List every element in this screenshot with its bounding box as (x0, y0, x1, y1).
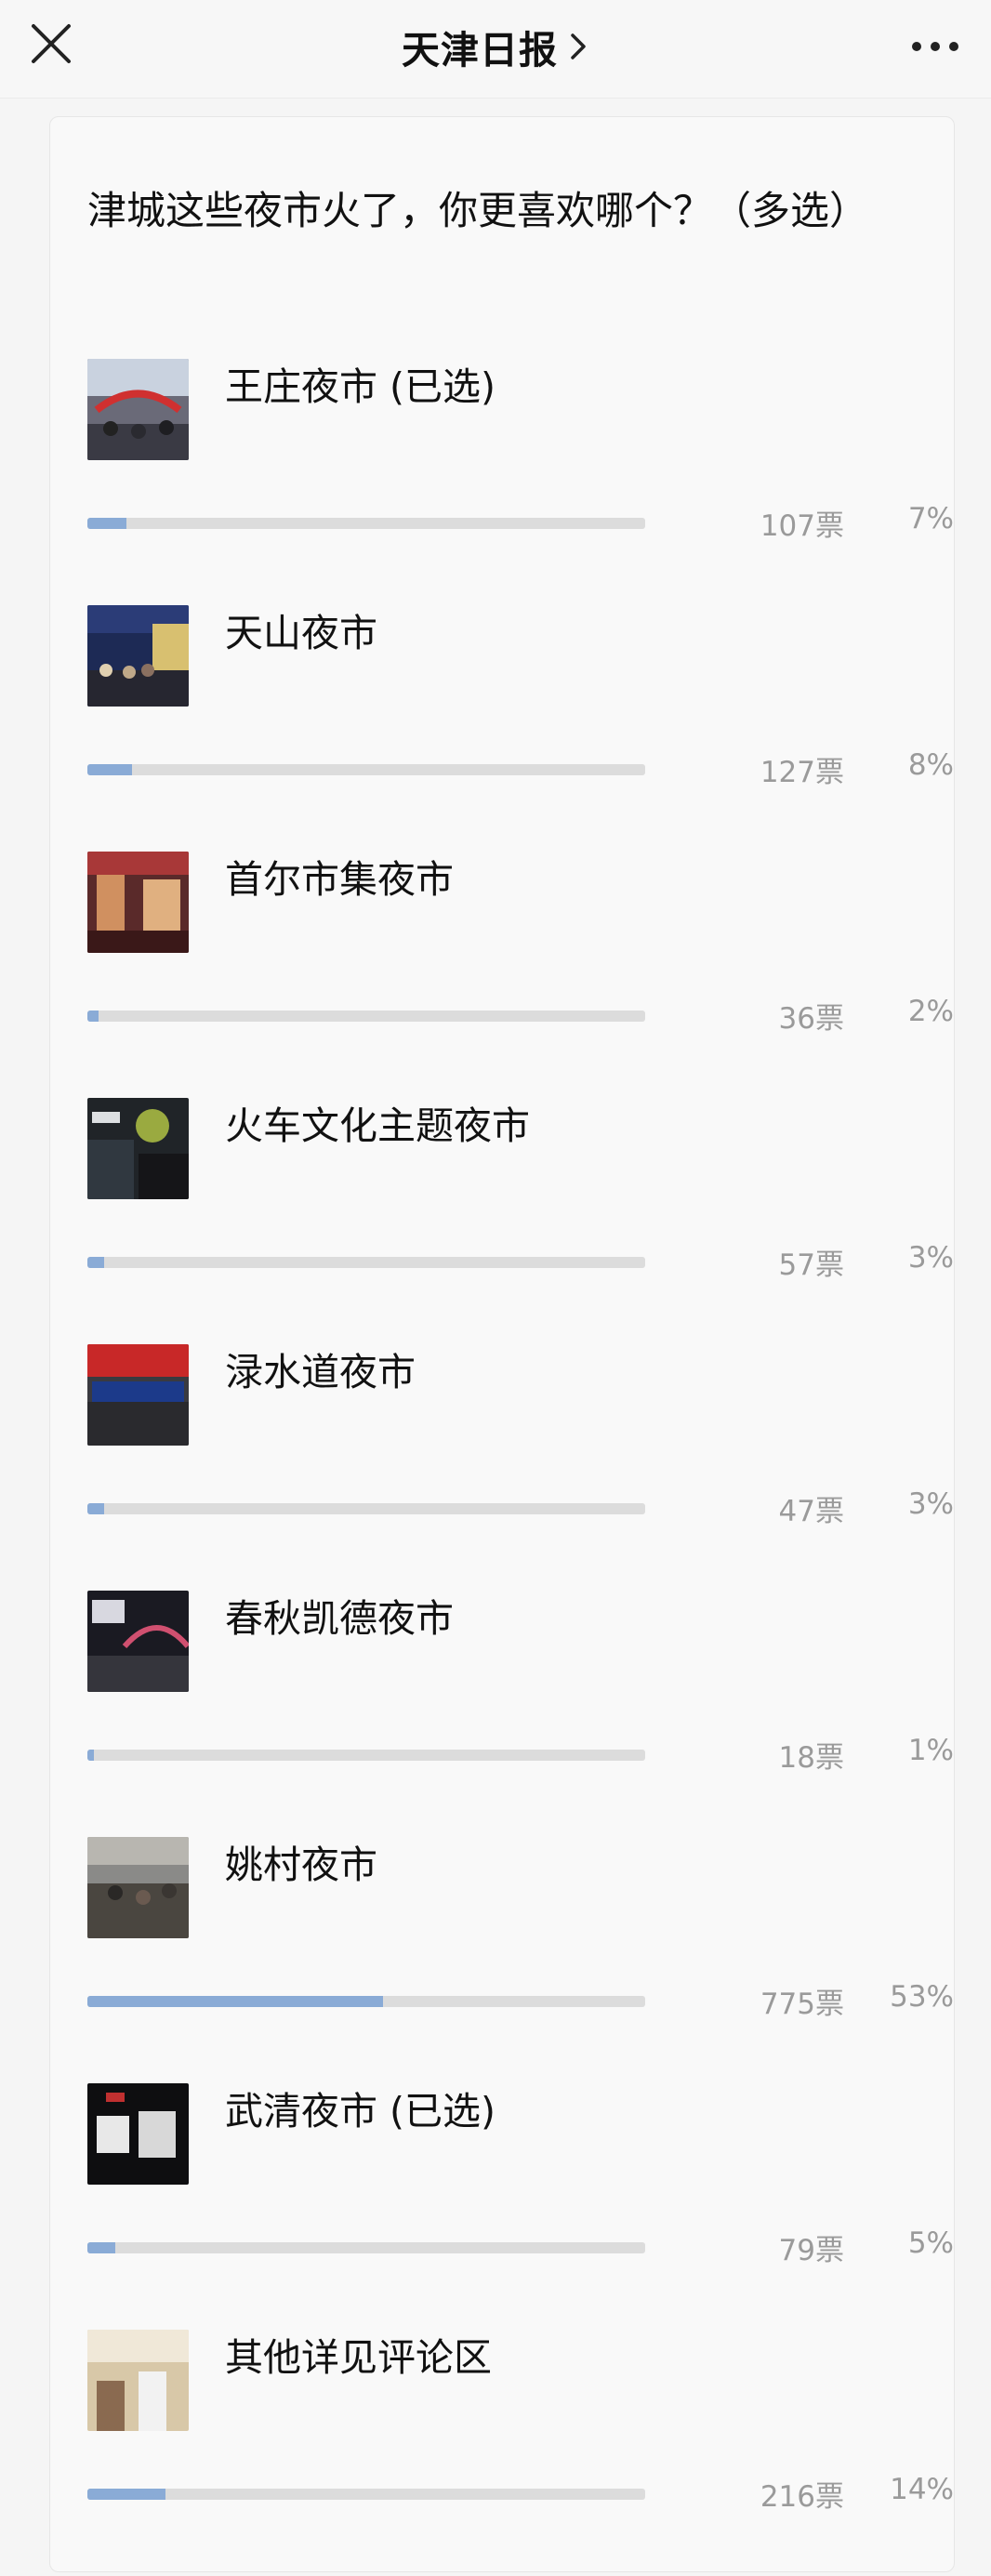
vote-bar-fill (87, 1257, 104, 1268)
top-bar: 天津日报 (0, 0, 991, 99)
vote-bar-fill (87, 2242, 115, 2253)
option-thumbnail (87, 2330, 189, 2431)
poll-option[interactable]: 姚村夜市 775票 53% (87, 1837, 954, 2083)
vote-bar (87, 2489, 645, 2500)
option-label: 天山夜市 (225, 611, 377, 655)
vote-percent: 3% (907, 1487, 954, 1521)
vote-bar (87, 518, 645, 529)
vote-bar-fill (87, 1011, 99, 1022)
vote-bar-fill (87, 1750, 95, 1761)
vote-bar (87, 1011, 645, 1022)
vote-bar-fill (87, 1996, 383, 2007)
option-label: 姚村夜市 (225, 1843, 377, 1887)
poll-option[interactable]: 其他详见评论区 216票 14% (87, 2330, 954, 2576)
option-label: 其他详见评论区 (225, 2335, 492, 2380)
option-thumbnail (87, 2083, 189, 2185)
vote-bar-fill (87, 764, 132, 775)
vote-count: 775票 (760, 1988, 844, 2021)
vote-count: 18票 (778, 1741, 844, 1775)
poll-option[interactable]: 火车文化主题夜市 57票 3% (87, 1098, 954, 1344)
option-label: 首尔市集夜市 (225, 857, 454, 902)
poll-question: 津城这些夜市火了，你更喜欢哪个？（多选） (87, 188, 869, 233)
poll-option[interactable]: 天山夜市 127票 8% (87, 605, 954, 852)
option-label: 渌水道夜市 (225, 1350, 416, 1394)
vote-percent: 5% (907, 2226, 954, 2260)
vote-percent: 14% (890, 2473, 954, 2506)
vote-percent: 2% (907, 995, 954, 1028)
vote-percent: 3% (907, 1241, 954, 1275)
vote-bar-fill (87, 518, 126, 529)
option-thumbnail (87, 852, 189, 953)
option-label: 王庄夜市 (已选) (225, 364, 496, 409)
option-thumbnail (87, 1591, 189, 1692)
vote-bar (87, 1503, 645, 1514)
vote-bar (87, 2242, 645, 2253)
vote-count: 127票 (760, 756, 844, 789)
vote-count: 36票 (778, 1002, 844, 1036)
vote-percent: 7% (907, 502, 954, 535)
option-thumbnail (87, 1098, 189, 1199)
option-label: 武清夜市 (已选) (225, 2089, 496, 2133)
option-thumbnail (87, 359, 189, 460)
poll-option[interactable]: 首尔市集夜市 36票 2% (87, 852, 954, 1098)
chevron-right-icon (571, 33, 586, 59)
option-thumbnail (87, 1344, 189, 1446)
poll-option[interactable]: 渌水道夜市 47票 3% (87, 1344, 954, 1591)
vote-percent: 53% (890, 1980, 954, 2014)
option-label: 火车文化主题夜市 (225, 1103, 530, 1148)
poll-option[interactable]: 王庄夜市 (已选) 107票 7% (87, 359, 954, 605)
vote-bar (87, 764, 645, 775)
vote-count: 57票 (778, 1248, 844, 1282)
poll-card: 津城这些夜市火了，你更喜欢哪个？（多选） 王庄夜市 (已选) 107票 7% 天… (49, 116, 955, 2572)
vote-bar-fill (87, 1503, 104, 1514)
vote-bar (87, 1750, 645, 1761)
page-title[interactable]: 天津日报 (402, 19, 558, 74)
vote-bar (87, 1257, 645, 1268)
poll-option[interactable]: 春秋凯德夜市 18票 1% (87, 1591, 954, 1837)
vote-count: 107票 (760, 509, 844, 543)
option-label: 春秋凯德夜市 (225, 1596, 454, 1641)
vote-bar (87, 1996, 645, 2007)
vote-count: 47票 (778, 1495, 844, 1528)
vote-count: 216票 (760, 2480, 844, 2514)
vote-bar-fill (87, 2489, 165, 2500)
poll-option[interactable]: 武清夜市 (已选) 79票 5% (87, 2083, 954, 2330)
vote-percent: 1% (907, 1734, 954, 1767)
vote-count: 79票 (778, 2234, 844, 2267)
more-options-icon[interactable] (907, 28, 963, 65)
account-title[interactable]: 天津日报 (0, 0, 991, 93)
option-thumbnail (87, 1837, 189, 1938)
vote-percent: 8% (907, 748, 954, 782)
option-thumbnail (87, 605, 189, 707)
